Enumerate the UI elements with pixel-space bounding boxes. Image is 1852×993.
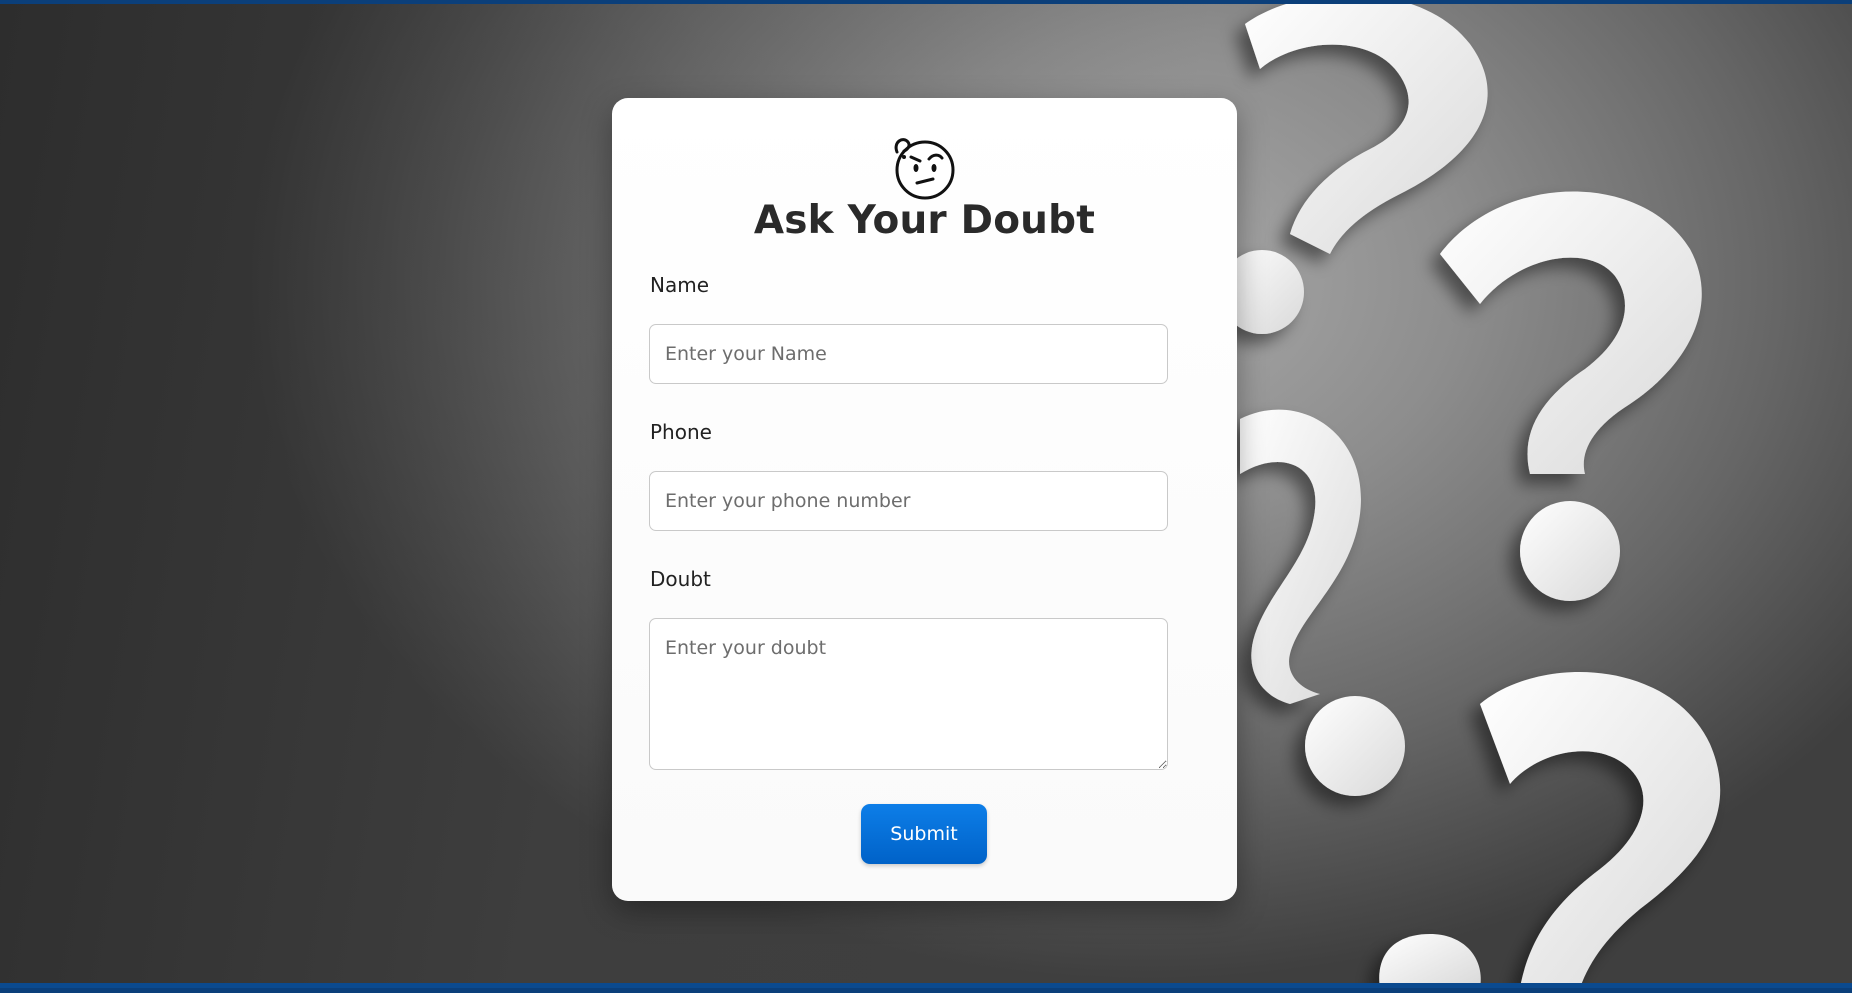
- thinking-face-icon: [894, 138, 955, 200]
- doubt-textarea[interactable]: [649, 618, 1168, 770]
- ask-doubt-form: Ask Your Doubt Name Phone Doubt Submit: [612, 98, 1237, 901]
- page-title: Ask Your Doubt: [753, 198, 1096, 243]
- phone-label: Phone: [650, 420, 712, 444]
- page-background: Ask Your Doubt Name Phone Doubt Submit: [0, 4, 1852, 988]
- doubt-label: Doubt: [650, 567, 711, 591]
- phone-input[interactable]: [649, 471, 1168, 531]
- name-label: Name: [650, 273, 710, 297]
- window-bottom-border: [0, 983, 1852, 988]
- name-input[interactable]: [649, 324, 1168, 384]
- submit-button[interactable]: Submit: [861, 804, 987, 864]
